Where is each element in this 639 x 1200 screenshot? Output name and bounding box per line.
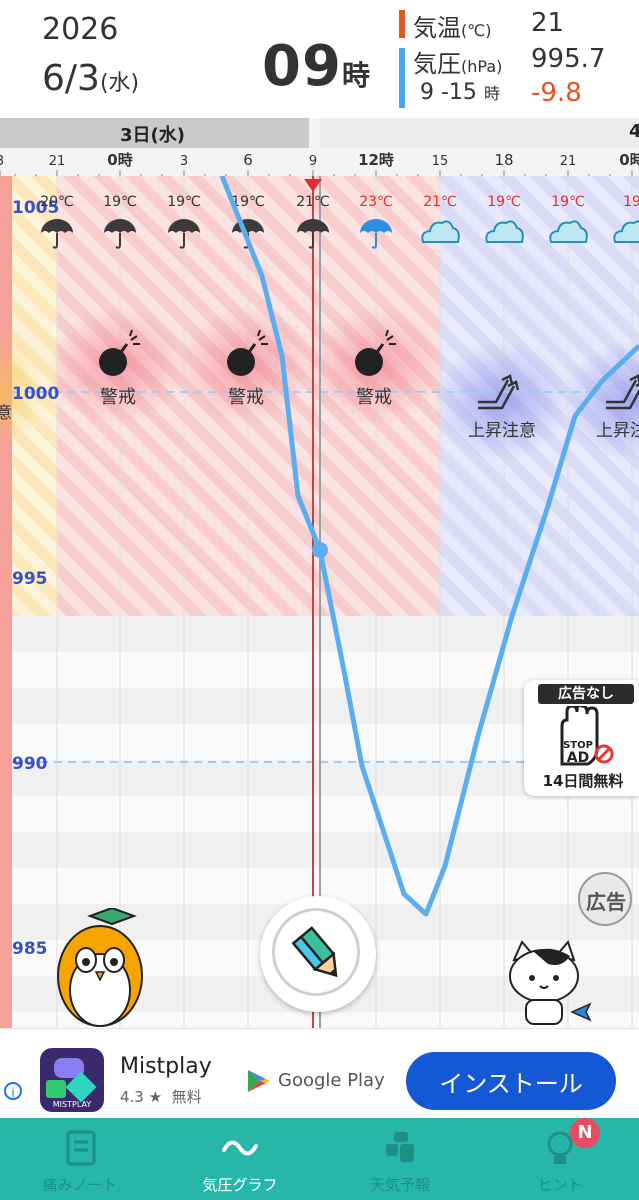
date-text: 6/3	[42, 58, 100, 99]
year-label: 2026	[42, 12, 119, 47]
tick-label: 0時	[619, 151, 639, 169]
forecast-temp: 19	[623, 194, 639, 210]
temp-unit: (℃)	[461, 21, 492, 40]
y-axis-label: 1000	[12, 384, 59, 404]
y-axis-label: 990	[12, 754, 48, 774]
forecast-temp: 21℃	[423, 194, 457, 210]
nav-item-pain-notes[interactable]: 痛みノート	[0, 1118, 160, 1200]
day-tab-next[interactable]	[320, 118, 639, 148]
forecast-temp: 21℃	[296, 194, 330, 210]
tick-label: 21	[49, 154, 66, 169]
wave-icon	[222, 1140, 258, 1156]
ad-icon-caption: MISTPLAY	[52, 1100, 92, 1109]
ruler-ticks: 3 21 0時 3 6 9 12時 15 18 21 0時	[0, 151, 639, 178]
note-button[interactable]	[260, 896, 376, 1012]
temp-label: 気温(℃)	[413, 8, 491, 43]
promo-ad: AD	[567, 750, 589, 766]
ad-info-icon[interactable]: i	[4, 1082, 22, 1100]
forecast-temp: 23℃	[359, 194, 393, 210]
pressure-value: 995.7	[531, 44, 606, 74]
date-label: 6/3(水)	[42, 58, 139, 99]
current-hour: 09時	[262, 34, 371, 99]
rising-label: 上昇注意	[468, 421, 536, 441]
nav-item-pressure-graph[interactable]: 気圧グラフ	[160, 1118, 320, 1200]
ad-rating: 4.3 ★ 無料	[120, 1086, 202, 1107]
pressure-legend-swatch	[399, 48, 405, 108]
pressure-unit: (hPa)	[461, 57, 503, 76]
ad-rating-value: 4.3 ★	[120, 1088, 163, 1106]
temp-label-text: 気温	[413, 14, 461, 42]
tick-label: 3	[180, 154, 188, 169]
rising-label: 上昇注意	[596, 421, 639, 441]
next-day-label: 4	[629, 121, 639, 142]
pressure-label: 気圧(hPa)	[413, 44, 502, 79]
tick-label: 3	[0, 154, 4, 169]
ad-store-label: Google Play	[278, 1070, 385, 1091]
day-label: 3日(水)	[120, 125, 185, 146]
forecast-temp: 20℃	[40, 194, 74, 210]
ad-price: 無料	[171, 1088, 202, 1106]
y-axis-label: 985	[12, 939, 48, 959]
tick-label: 6	[243, 151, 253, 169]
tick-label: 15	[432, 154, 449, 169]
range-unit: 時	[483, 84, 500, 103]
cat-mascot	[509, 940, 592, 1025]
nav-item-weather[interactable]: 天気予報	[320, 1118, 480, 1200]
warning-label: 警戒	[228, 387, 264, 408]
owl-mascot	[57, 908, 143, 1027]
promo-days: 14日間無料	[542, 772, 624, 790]
tick-label: 21	[560, 154, 577, 169]
warning-label: 警戒	[356, 387, 392, 408]
left-alert-band	[0, 176, 12, 1028]
promo-title: 広告なし	[538, 684, 634, 704]
hour-value: 09	[262, 34, 342, 99]
pencil-icon	[291, 926, 338, 978]
weather-icon	[386, 1132, 414, 1162]
tick-label: 12時	[358, 151, 394, 169]
temp-value: 21	[531, 8, 565, 38]
forecast-temp: 19℃	[103, 194, 137, 210]
install-button[interactable]: インストール	[406, 1052, 616, 1110]
tick-label: 0時	[107, 151, 132, 169]
pressure-label-text: 気圧	[413, 50, 461, 78]
ad-toggle-button[interactable]: 広告	[578, 872, 632, 926]
nav-label: ヒント	[537, 1176, 583, 1194]
warning-label: 警戒	[100, 387, 136, 408]
range-text: 9 -15	[420, 80, 477, 105]
caution-label: 意	[0, 403, 12, 422]
notebook-icon	[66, 1130, 96, 1166]
hour-unit: 時	[341, 59, 371, 92]
stop-hand-icon: STOP AD	[560, 706, 614, 766]
nav-label: 気圧グラフ	[202, 1176, 278, 1194]
mistplay-app-icon[interactable]: MISTPLAY	[40, 1048, 104, 1112]
ad-app-name: Mistplay	[120, 1054, 212, 1079]
weekday-text: (水)	[99, 71, 140, 96]
ad-free-promo[interactable]: 広告なし STOP AD 14日間無料	[524, 680, 639, 796]
forecast-temp: 19℃	[487, 194, 521, 210]
tick-label: 9	[309, 154, 317, 169]
forecast-temp: 19℃	[167, 194, 201, 210]
nav-label: 天気予報	[369, 1176, 430, 1194]
google-play-icon	[248, 1070, 270, 1092]
ad-toggle-label: 広告	[586, 890, 626, 914]
range-label: 9 -15 時	[420, 80, 500, 105]
y-axis-label: 995	[12, 569, 48, 589]
temp-legend-swatch	[399, 10, 405, 38]
current-pressure-point	[312, 542, 328, 558]
tick-label: 18	[494, 151, 513, 169]
nav-item-hints[interactable]: ヒント	[480, 1118, 639, 1200]
forecast-temp: 19℃	[551, 194, 585, 210]
nav-label: 痛みノート	[42, 1176, 118, 1194]
notification-badge: N	[570, 1118, 600, 1148]
pressure-change-value: -9.8	[531, 78, 582, 108]
